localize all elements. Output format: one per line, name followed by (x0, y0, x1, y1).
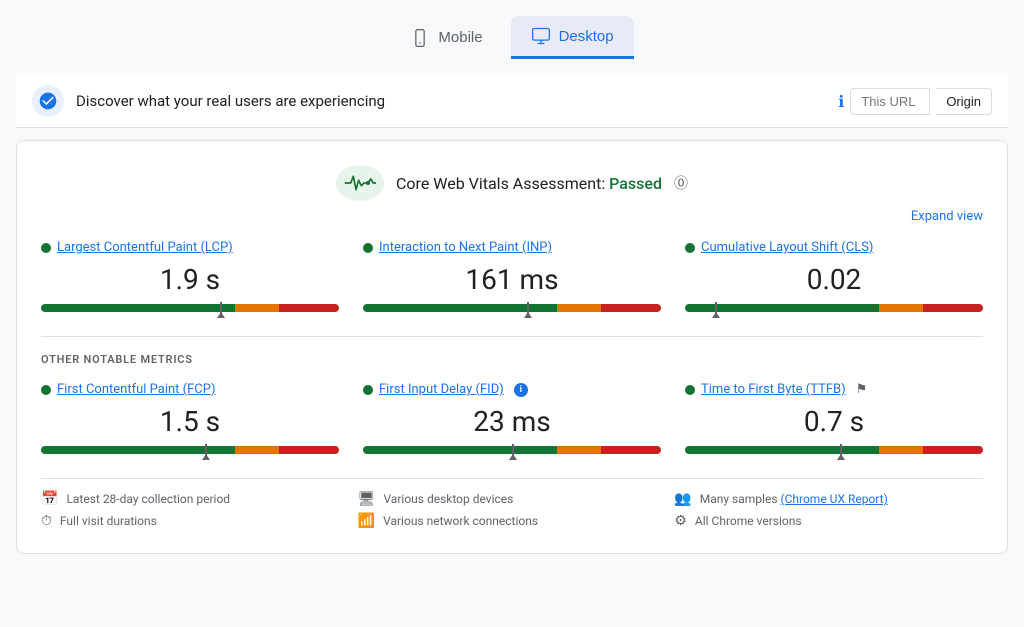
header-right: ℹ Origin (838, 88, 992, 115)
metric-lcp: Largest Contentful Paint (LCP) 1.9 s (41, 240, 339, 316)
footer-col-3: 👥 Many samples (Chrome UX Report) ⚙ All … (674, 491, 983, 529)
calendar-icon: 📅 (41, 491, 58, 507)
metric-ttfb: Time to First Byte (TTFB) ⚑ 0.7 s (685, 382, 983, 458)
pulse-icon (336, 165, 384, 201)
footer-network-text: Various network connections (383, 514, 538, 528)
metric-fid-label: First Input Delay (FID) i (363, 382, 661, 397)
cwv-status: Passed (609, 174, 662, 193)
cwv-header: Core Web Vitals Assessment: Passed ⓪ (41, 165, 983, 201)
other-metrics-grid: First Contentful Paint (FCP) 1.5 s (41, 382, 983, 458)
lcp-dot (41, 243, 51, 253)
origin-button[interactable]: Origin (936, 88, 992, 115)
header-info-icon[interactable]: ℹ (838, 92, 844, 111)
footer-chrome-text: All Chrome versions (695, 514, 802, 528)
chrome-ux-report-link[interactable]: (Chrome UX Report) (780, 492, 887, 506)
inp-dot (363, 243, 373, 253)
cwv-help-icon[interactable]: ⓪ (674, 173, 688, 193)
cls-value: 0.02 (685, 263, 983, 296)
fcp-bar (41, 446, 339, 454)
desktop-icon: 🖥 (358, 491, 376, 507)
cls-bar (685, 304, 983, 312)
fid-info-icon[interactable]: i (514, 383, 528, 397)
tab-desktop-label: Desktop (559, 28, 614, 45)
footer-chrome-versions: ⚙ All Chrome versions (674, 513, 983, 529)
metric-cls-label: Cumulative Layout Shift (CLS) (685, 240, 983, 255)
fid-dot (363, 385, 373, 395)
tab-mobile-label: Mobile (438, 29, 482, 46)
footer-devices-text: Various desktop devices (383, 492, 513, 506)
url-input[interactable] (850, 88, 930, 115)
footer-samples: 👥 Many samples (Chrome UX Report) (674, 491, 983, 507)
footer-visit-duration: ⏱ Full visit durations (41, 513, 350, 529)
metric-fcp: First Contentful Paint (FCP) 1.5 s (41, 382, 339, 458)
ttfb-value: 0.7 s (685, 405, 983, 438)
metric-fcp-label: First Contentful Paint (FCP) (41, 382, 339, 397)
fid-value: 23 ms (363, 405, 661, 438)
core-metrics-grid: Largest Contentful Paint (LCP) 1.9 s (41, 240, 983, 316)
header-title: Discover what your real users are experi… (76, 92, 385, 110)
main-card: Core Web Vitals Assessment: Passed ⓪ Exp… (16, 140, 1008, 554)
header-bar: Discover what your real users are experi… (16, 75, 1008, 128)
chrome-icon: ⚙ (674, 513, 687, 529)
avatar-icon (32, 85, 64, 117)
footer-grid: 📅 Latest 28-day collection period ⏱ Full… (41, 478, 983, 529)
lcp-value: 1.9 s (41, 263, 339, 296)
ttfb-dot (685, 385, 695, 395)
metric-ttfb-label: Time to First Byte (TTFB) ⚑ (685, 382, 983, 397)
metric-cls: Cumulative Layout Shift (CLS) 0.02 (685, 240, 983, 316)
footer-col-2: 🖥 Various desktop devices 📶 Various netw… (358, 491, 667, 529)
timer-icon: ⏱ (41, 513, 52, 529)
fcp-link[interactable]: First Contentful Paint (FCP) (57, 382, 216, 397)
ttfb-link[interactable]: Time to First Byte (TTFB) (701, 382, 846, 397)
lcp-bar (41, 304, 339, 312)
metric-fid: First Input Delay (FID) i 23 ms (363, 382, 661, 458)
inp-link[interactable]: Interaction to Next Paint (INP) (379, 240, 552, 255)
tab-bar: Mobile Desktop (16, 16, 1008, 59)
tab-mobile[interactable]: Mobile (390, 18, 502, 58)
fid-link[interactable]: First Input Delay (FID) (379, 382, 504, 397)
inp-bar (363, 304, 661, 312)
inp-value: 161 ms (363, 263, 661, 296)
lcp-link[interactable]: Largest Contentful Paint (LCP) (57, 240, 233, 255)
fid-bar (363, 446, 661, 454)
cwv-title: Core Web Vitals Assessment: Passed (396, 174, 662, 193)
footer-devices: 🖥 Various desktop devices (358, 491, 667, 507)
fcp-dot (41, 385, 51, 395)
cls-link[interactable]: Cumulative Layout Shift (CLS) (701, 240, 873, 255)
footer-collection-text: Latest 28-day collection period (66, 492, 230, 506)
cls-dot (685, 243, 695, 253)
header-left: Discover what your real users are experi… (32, 85, 385, 117)
metric-lcp-label: Largest Contentful Paint (LCP) (41, 240, 339, 255)
ttfb-bar (685, 446, 983, 454)
ttfb-flag-icon[interactable]: ⚑ (856, 382, 868, 397)
footer-collection-period: 📅 Latest 28-day collection period (41, 491, 350, 507)
network-icon: 📶 (358, 513, 375, 529)
expand-view[interactable]: Expand view (41, 209, 983, 224)
fcp-value: 1.5 s (41, 405, 339, 438)
metric-inp: Interaction to Next Paint (INP) 161 ms (363, 240, 661, 316)
footer-visit-text: Full visit durations (60, 514, 157, 528)
metric-inp-label: Interaction to Next Paint (INP) (363, 240, 661, 255)
footer-network: 📶 Various network connections (358, 513, 667, 529)
footer-samples-text: Many samples (Chrome UX Report) (700, 492, 888, 506)
other-section-label: OTHER NOTABLE METRICS (41, 353, 983, 366)
users-icon: 👥 (674, 491, 691, 507)
section-divider (41, 336, 983, 337)
tab-desktop[interactable]: Desktop (511, 16, 634, 59)
footer-col-1: 📅 Latest 28-day collection period ⏱ Full… (41, 491, 350, 529)
